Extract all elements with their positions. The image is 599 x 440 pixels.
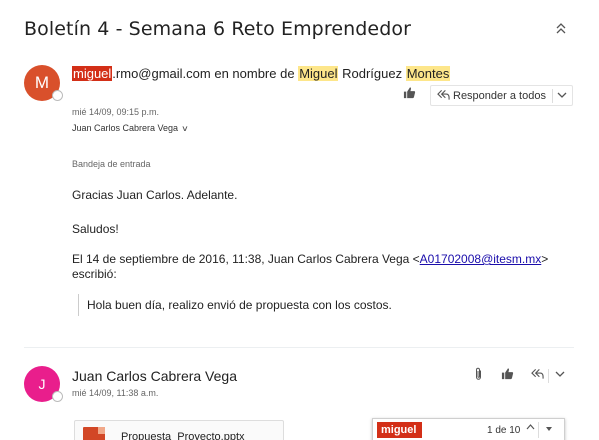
attachment-name: Propuesta_Proyecto.pptx	[121, 431, 245, 440]
quoted-text: Hola buen día, realizo envió de propuest…	[78, 294, 392, 316]
email-link[interactable]: A01702008@itesm.mx	[420, 252, 542, 266]
chevron-down-icon[interactable]: ∨	[181, 124, 189, 133]
sender-text: Rodríguez	[338, 66, 406, 81]
presence-indicator	[52, 90, 63, 101]
powerpoint-file-icon	[83, 427, 105, 440]
sender-name[interactable]: Juan Carlos Cabrera Vega	[72, 368, 237, 384]
thread-subject: Boletín 4 - Semana 6 Reto Emprendedor	[24, 18, 412, 40]
chevron-down-icon[interactable]	[557, 89, 567, 103]
sender-text: .rmo@gmail.com en nombre de	[112, 66, 299, 81]
find-input[interactable]: miguel	[377, 422, 423, 438]
subject-row: Boletín 4 - Semana 6 Reto Emprendedor	[0, 0, 599, 58]
reply-all-icon[interactable]	[528, 367, 546, 385]
collapse-icon[interactable]	[552, 22, 570, 40]
message-date: mié 14/09, 09:15 p.m.	[72, 107, 160, 117]
find-bar: miguel 1 de 10	[372, 418, 565, 440]
chevron-up-icon[interactable]	[526, 423, 535, 433]
find-match-count: 1 de 10	[487, 425, 521, 436]
reply-all-icon	[437, 89, 450, 104]
reply-all-button[interactable]: Responder a todos	[430, 85, 573, 106]
thumbs-up-icon[interactable]	[498, 367, 516, 385]
attachment-card[interactable]: Propuesta_Proyecto.pptx	[74, 420, 284, 440]
body-line: Saludos!	[72, 222, 119, 236]
chevron-down-icon[interactable]	[551, 367, 569, 385]
caret-down-icon[interactable]	[545, 424, 553, 434]
body-line: Gracias Juan Carlos. Adelante.	[72, 188, 238, 202]
search-highlight: Miguel	[298, 66, 339, 81]
folder-label[interactable]: Bandeja de entrada	[72, 159, 151, 169]
quote-header-text: El 14 de septiembre de 2016, 11:38, Juan…	[72, 252, 420, 266]
divider	[548, 369, 549, 383]
search-highlight-current: miguel	[72, 66, 113, 81]
message-date: mié 14/09, 11:38 a.m.	[72, 388, 159, 398]
recipient-name: Juan Carlos Cabrera Vega	[72, 123, 179, 133]
presence-indicator	[52, 391, 63, 402]
quote-header: El 14 de septiembre de 2016, 11:38, Juan…	[72, 252, 552, 282]
message-divider	[24, 347, 574, 348]
divider	[552, 89, 553, 103]
thumbs-up-icon[interactable]	[400, 86, 418, 104]
recipients[interactable]: Juan Carlos Cabrera Vega ∨	[72, 123, 189, 133]
sender-line[interactable]: miguel.rmo@gmail.com en nombre de Miguel…	[72, 66, 451, 81]
reply-all-label: Responder a todos	[453, 90, 546, 102]
search-highlight: Montes	[405, 66, 451, 81]
paperclip-icon	[470, 367, 488, 385]
divider	[538, 422, 539, 438]
